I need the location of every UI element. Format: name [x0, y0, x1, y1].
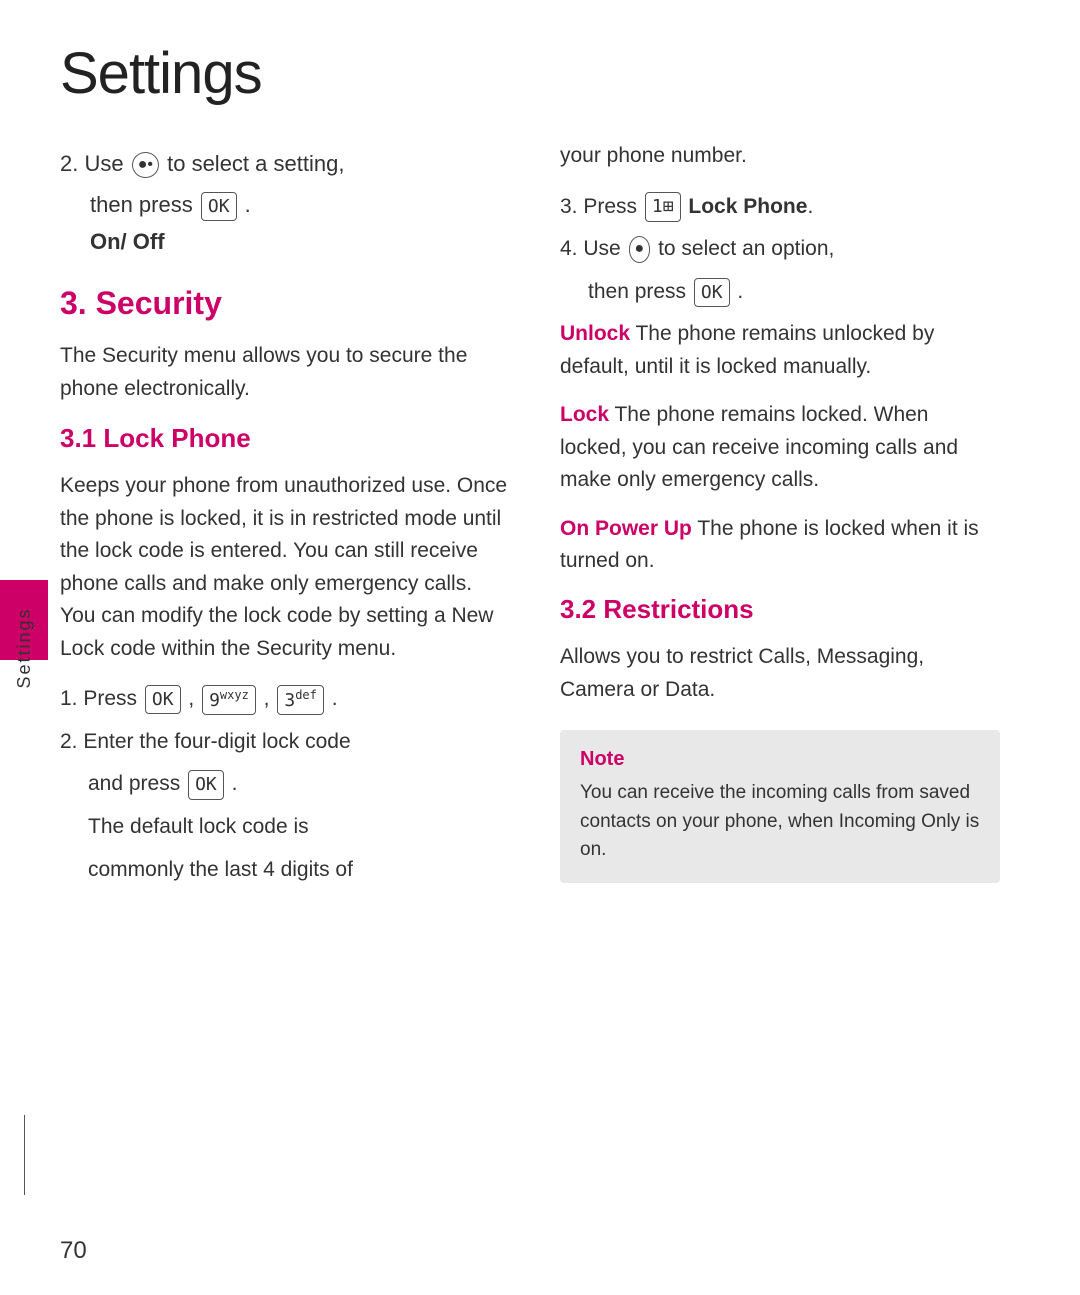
- page-container: Settings Settings 2. Use ●• to select a …: [0, 0, 1080, 1295]
- step4b-item: then press OK .: [588, 276, 1000, 309]
- step2-text-start: 2. Use: [60, 151, 124, 176]
- step3-item: 3. Press 1⊞ Lock Phone.: [560, 191, 1000, 224]
- step2b-item: and press OK .: [88, 768, 510, 801]
- ok-icon-intro: OK: [201, 192, 237, 221]
- step3-text: 3. Press: [560, 195, 637, 218]
- lock-label: Lock: [560, 403, 609, 426]
- section3-desc: The Security menu allows you to secure t…: [60, 340, 510, 405]
- 9wxyz-key: 9wxyz: [202, 685, 256, 715]
- note-text: You can receive the incoming calls from …: [580, 779, 980, 865]
- step2c-text: The default lock code is: [88, 815, 309, 838]
- lock-text: The phone remains locked. When locked, y…: [560, 403, 958, 491]
- cont-text: your phone number.: [560, 140, 1000, 173]
- step2-text: 2. Enter the four-digit lock code: [60, 730, 351, 753]
- step4b-text: then press: [588, 280, 686, 303]
- step2c-item: The default lock code is: [88, 811, 510, 844]
- on-off-label: On/ Off: [90, 229, 510, 255]
- intro-step2b: then press OK .: [90, 188, 510, 221]
- intro-step2: 2. Use ●• to select a setting,: [60, 147, 510, 180]
- 1-lock-key: 1⊞: [645, 192, 681, 221]
- ok-key-step2: OK: [188, 770, 224, 799]
- nav-icon-step4: ●: [629, 236, 651, 262]
- step1-item: 1. Press OK , 9wxyz , 3def .: [60, 683, 510, 716]
- section3-heading: 3. Security: [60, 285, 510, 322]
- left-column: Settings 2. Use ●• to select a setting, …: [60, 40, 540, 1295]
- note-box: Note You can receive the incoming calls …: [560, 730, 1000, 883]
- lock-option: Lock The phone remains locked. When lock…: [560, 399, 1000, 497]
- unlock-label: Unlock: [560, 322, 630, 345]
- main-content: Settings 2. Use ●• to select a setting, …: [60, 0, 1060, 1295]
- ok-key: OK: [145, 685, 181, 714]
- page-number: 70: [60, 1237, 87, 1265]
- section32-heading: 3.2 Restrictions: [560, 594, 1000, 625]
- nav-icon: ●•: [132, 152, 159, 178]
- step1-text: 1. Press: [60, 687, 137, 710]
- step2-item: 2. Enter the four-digit lock code: [60, 726, 510, 759]
- step2-text-end: to select a setting,: [167, 151, 344, 176]
- section32-desc: Allows you to restrict Calls, Messaging,…: [560, 641, 1000, 706]
- ok-key-step4: OK: [694, 278, 730, 307]
- right-column: your phone number. 3. Press 1⊞ Lock Phon…: [540, 40, 1000, 1295]
- step4-text: 4. Use: [560, 237, 621, 260]
- page-title: Settings: [60, 40, 510, 107]
- step2b-text: then press: [90, 192, 193, 217]
- unlock-option: Unlock The phone remains unlocked by def…: [560, 318, 1000, 383]
- note-label: Note: [580, 748, 980, 771]
- sidebar-tab: Settings: [0, 0, 48, 1295]
- section31-heading: 3.1 Lock Phone: [60, 423, 510, 454]
- sidebar-line: [24, 1115, 25, 1195]
- 3def-key: 3def: [277, 685, 324, 715]
- step3-label: Lock Phone: [688, 195, 807, 218]
- onpowerup-label: On Power Up: [560, 517, 692, 540]
- step2b-text2: and press: [88, 772, 180, 795]
- step4-item: 4. Use ● to select an option,: [560, 233, 1000, 266]
- section31-desc: Keeps your phone from unauthorized use. …: [60, 470, 510, 665]
- step2d-text: commonly the last 4 digits of: [88, 858, 353, 881]
- sidebar-label: Settings: [14, 607, 35, 688]
- step4-text-end: to select an option,: [658, 237, 834, 260]
- step2d-item: commonly the last 4 digits of: [88, 854, 510, 887]
- onpowerup-option: On Power Up The phone is locked when it …: [560, 513, 1000, 578]
